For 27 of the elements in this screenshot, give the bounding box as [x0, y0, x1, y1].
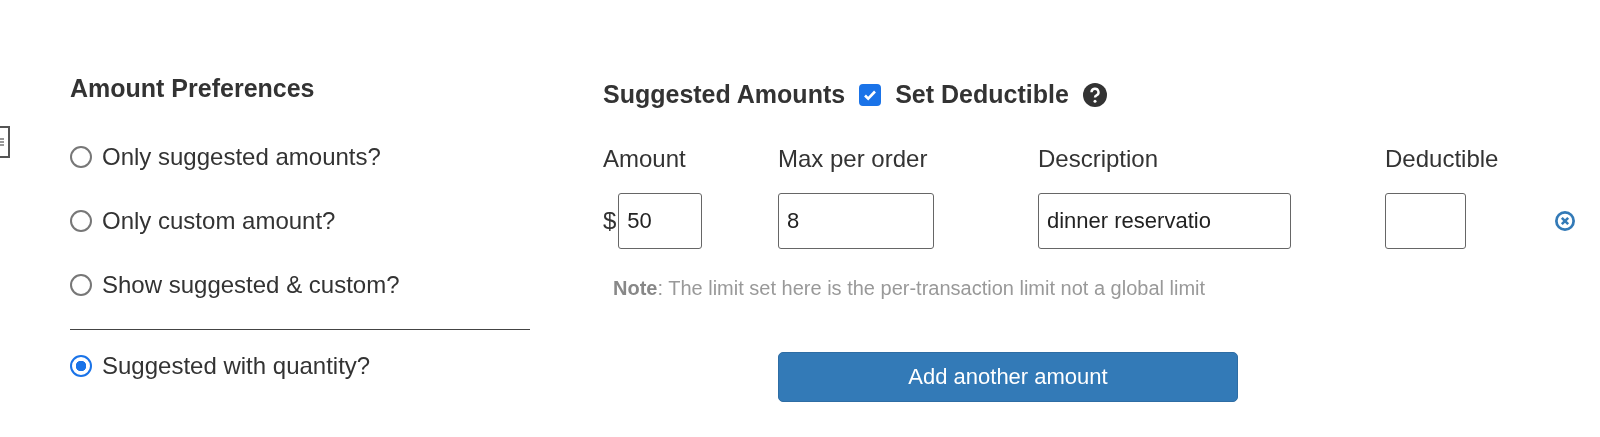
max-per-order-field[interactable]: 8	[778, 193, 934, 249]
column-label: Max per order	[778, 145, 929, 173]
amount-field[interactable]: 50	[618, 193, 703, 249]
radio-button[interactable]	[70, 146, 92, 168]
column-label: Deductible	[1385, 145, 1500, 173]
currency-symbol: $	[603, 207, 617, 235]
radio-button[interactable]	[70, 274, 92, 296]
remove-icon[interactable]	[1555, 210, 1575, 232]
radio-button[interactable]	[70, 210, 92, 232]
help-icon[interactable]	[1082, 82, 1107, 107]
section-title: Suggested Amounts	[603, 80, 846, 109]
deductible-field[interactable]	[1385, 193, 1466, 249]
section-title: Amount Preferences	[70, 74, 316, 103]
column-label: Description	[1038, 145, 1160, 173]
radio-button[interactable]	[70, 355, 92, 377]
edge-control[interactable]	[0, 126, 10, 158]
add-amount-button[interactable]: Add another amount	[778, 352, 1238, 402]
option-label: Only custom amount?	[102, 207, 336, 235]
description-field[interactable]: dinner reservatio	[1038, 193, 1291, 249]
menu-icon	[0, 138, 4, 146]
column-label: Amount	[603, 145, 687, 173]
note-text: Note: The limit set here is the per-transaction limit not a global limit	[613, 277, 1207, 300]
option-label: Show suggested & custom?	[102, 271, 400, 299]
checkbox-label: Set Deductible	[895, 80, 1069, 109]
option-label: Only suggested amounts?	[102, 143, 381, 171]
option-label: Suggested with quantity?	[102, 352, 371, 380]
checkbox[interactable]	[859, 83, 882, 106]
